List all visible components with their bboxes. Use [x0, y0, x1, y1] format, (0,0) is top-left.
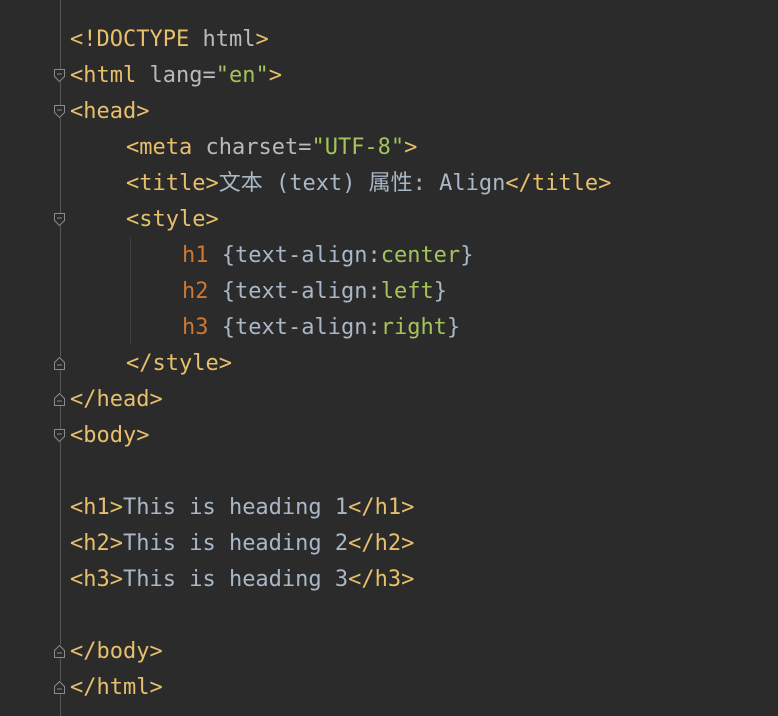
code-line[interactable]: </style> — [0, 346, 778, 382]
code-token: <meta — [126, 135, 206, 160]
code-token: } — [446, 315, 461, 340]
code-token: "en" — [215, 63, 269, 88]
code-token: 文本 (text) 属性: Align — [218, 171, 506, 196]
code-line-text: <h1>This is heading 1</h1> — [70, 490, 414, 526]
code-line[interactable]: <h3>This is heading 3</h3> — [0, 562, 778, 598]
code-token: > — [404, 135, 418, 160]
code-token: center — [380, 243, 461, 268]
code-token: <!DOCTYPE — [70, 27, 203, 52]
code-token: <h3> — [70, 567, 123, 592]
code-token: </title> — [505, 171, 612, 196]
code-line-text: <body> — [70, 418, 149, 454]
code-token: } — [460, 243, 474, 268]
fold-open-icon[interactable] — [54, 69, 65, 82]
code-line[interactable]: </html> — [0, 670, 778, 706]
code-line-text: <h2>This is heading 2</h2> — [70, 526, 414, 562]
fold-close-icon[interactable] — [54, 645, 65, 658]
code-token: {text-align: — [221, 243, 381, 268]
code-token: <head> — [70, 99, 150, 124]
fold-open-icon[interactable] — [54, 213, 65, 226]
code-line-text: h2 {text-align:left} — [182, 274, 447, 310]
code-token: "UTF-8" — [311, 135, 405, 160]
code-line[interactable]: </body> — [0, 634, 778, 670]
code-editor[interactable]: <!DOCTYPE html> <html lang="en"> <head> <me… — [0, 0, 778, 716]
code-line-text: h1 {text-align:center} — [182, 238, 473, 274]
code-token: This is heading 3 — [122, 567, 349, 592]
code-token: <h1> — [70, 495, 123, 520]
code-line[interactable]: <style> — [0, 202, 778, 238]
code-token: lang= — [149, 63, 216, 88]
code-token: > — [268, 63, 282, 88]
code-line-text: </html> — [70, 670, 163, 706]
code-token: > — [255, 27, 269, 52]
fold-open-icon[interactable] — [54, 429, 65, 442]
code-line-text: <style> — [126, 202, 219, 238]
code-line[interactable]: <h2>This is heading 2</h2> — [0, 526, 778, 562]
code-area[interactable]: <!DOCTYPE html> <html lang="en"> <head> <me… — [0, 22, 778, 706]
code-token: <style> — [126, 207, 219, 232]
code-line[interactable] — [0, 598, 778, 634]
code-token: </head> — [70, 387, 163, 412]
code-token: h1 — [182, 243, 222, 268]
code-line-text: </head> — [70, 382, 163, 418]
code-line-text: <head> — [70, 94, 149, 130]
code-line[interactable]: <meta charset="UTF-8"> — [0, 130, 778, 166]
fold-close-icon[interactable] — [54, 393, 65, 406]
code-token: </style> — [126, 351, 232, 376]
fold-close-icon[interactable] — [54, 681, 65, 694]
code-token: <h2> — [70, 531, 123, 556]
code-token: {text-align: — [221, 315, 381, 340]
code-line[interactable]: <h1>This is heading 1</h1> — [0, 490, 778, 526]
code-line[interactable]: <html lang="en"> — [0, 58, 778, 94]
code-line-text: </body> — [70, 634, 163, 670]
code-token: {text-align: — [221, 279, 381, 304]
code-token: </h3> — [348, 567, 415, 592]
code-token: html — [202, 27, 256, 52]
code-line-text: <!DOCTYPE html> — [70, 22, 269, 58]
code-token: <title> — [126, 171, 219, 196]
code-line[interactable]: <!DOCTYPE html> — [0, 22, 778, 58]
code-line-text: <meta charset="UTF-8"> — [126, 130, 417, 166]
code-line-text: </style> — [126, 346, 232, 382]
code-line-text: <h3>This is heading 3</h3> — [70, 562, 414, 598]
code-line[interactable]: h3 {text-align:right} — [0, 310, 778, 346]
code-token: </h1> — [348, 495, 415, 520]
code-line[interactable]: </head> — [0, 382, 778, 418]
code-line-text: <html lang="en"> — [70, 58, 282, 94]
code-token: <body> — [70, 423, 150, 448]
code-line[interactable]: h1 {text-align:center} — [0, 238, 778, 274]
code-token: charset= — [205, 135, 312, 160]
code-token: This is heading 1 — [122, 495, 349, 520]
code-token: right — [380, 315, 447, 340]
code-line[interactable] — [0, 454, 778, 490]
code-token: This is heading 2 — [122, 531, 349, 556]
code-token: h3 — [182, 315, 222, 340]
code-line[interactable]: <body> — [0, 418, 778, 454]
code-line[interactable]: <head> — [0, 94, 778, 130]
code-line[interactable]: <title>文本 (text) 属性: Align</title> — [0, 166, 778, 202]
code-token: </html> — [70, 675, 163, 700]
code-token: } — [433, 279, 447, 304]
code-line-text: h3 {text-align:right} — [182, 310, 460, 346]
code-token: <html — [70, 63, 150, 88]
code-token: h2 — [182, 279, 222, 304]
code-token: </h2> — [348, 531, 415, 556]
code-line[interactable]: h2 {text-align:left} — [0, 274, 778, 310]
fold-close-icon[interactable] — [54, 357, 65, 370]
fold-open-icon[interactable] — [54, 105, 65, 118]
code-token: </body> — [70, 639, 163, 664]
code-token: left — [380, 279, 434, 304]
code-line-text: <title>文本 (text) 属性: Align</title> — [126, 166, 611, 202]
